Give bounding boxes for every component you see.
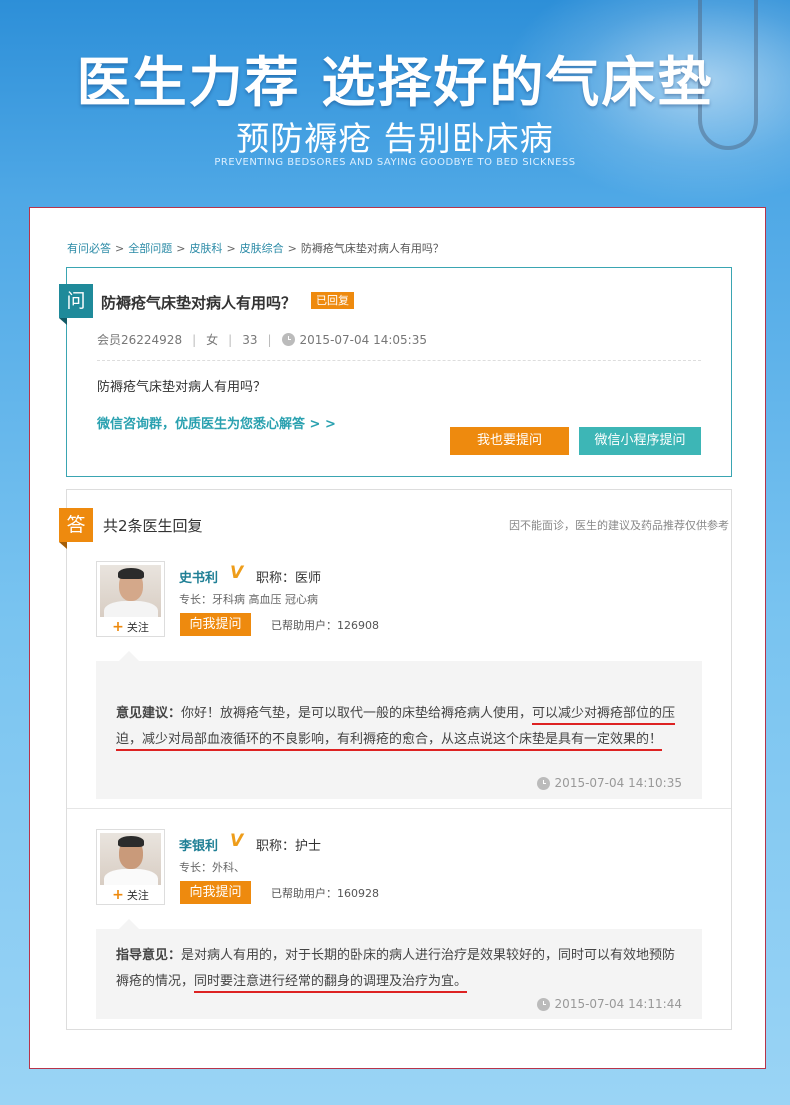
avatar: + 关注: [96, 829, 165, 905]
divider: [67, 808, 731, 809]
reply-highlight: 同时要注意进行经常的翻身的调理及治疗为宜。: [194, 974, 468, 993]
plus-icon: +: [112, 619, 124, 635]
banner-subtitle: 预防褥疮 告别卧床病: [236, 119, 554, 158]
doctor-photo: [100, 565, 161, 617]
answers-title: 共2条医生回复: [103, 517, 203, 535]
question-meta: 会员26224928 | 女 | 33 | 2015-07-04 14:05:3…: [97, 332, 427, 348]
doctor-specialty: 专长：外科、: [179, 861, 245, 874]
doctor-photo: [100, 833, 161, 885]
reply-timestamp: 2015-07-04 14:10:35: [554, 776, 682, 790]
plus-icon: +: [112, 887, 124, 903]
ask-me-button[interactable]: 向我提问: [180, 881, 251, 904]
wechat-group-link[interactable]: 微信咨询群，优质医生为您悉心解答 > >: [97, 413, 336, 432]
follow-label: 关注: [126, 621, 149, 634]
member-id: 会员26224928: [97, 333, 183, 347]
reply-label: 指导意见：: [116, 948, 182, 963]
status-badge: 已回复: [311, 292, 354, 309]
reply-time: 2015-07-04 14:11:44: [536, 997, 682, 1011]
doctor-title: 职称：护士: [256, 839, 322, 854]
follow-button[interactable]: + 关注: [97, 887, 164, 904]
reply-box: 指导意见：是对病人有用的，对于长期的卧床的病人进行治疗是效果较好的，同时可以有效…: [96, 919, 702, 1019]
banner-title: 医生力荐 选择好的气床垫: [76, 51, 714, 114]
breadcrumb-item[interactable]: 皮肤综合: [240, 242, 284, 255]
clock-icon: [536, 776, 550, 790]
reply-box: 意见建议：你好！放褥疮气垫，是可以取代一般的床垫给褥疮病人使用，可以减少对褥疮部…: [96, 651, 702, 799]
reply-text: 指导意见：是对病人有用的，对于长期的卧床的病人进行治疗是效果较好的，同时可以有效…: [116, 943, 682, 995]
reply-content: 你好！放褥疮气垫，是可以取代一般的床垫给褥疮病人使用，: [181, 706, 533, 721]
ask-question-button[interactable]: 我也要提问: [450, 427, 569, 455]
avatar: + 关注: [96, 561, 165, 637]
reply-time: 2015-07-04 14:10:35: [536, 776, 682, 790]
miniprogram-ask-button[interactable]: 微信小程序提问: [579, 427, 701, 455]
age: 33: [242, 332, 258, 347]
gender: 女: [206, 333, 219, 347]
clock-icon: [536, 997, 550, 1011]
doctor-name[interactable]: 史书利: [179, 567, 218, 586]
breadcrumb-current: 防褥疮气床垫对病人有用吗？: [300, 242, 444, 255]
content-card: 有问必答 > 全部问题 > 皮肤科 > 皮肤综合 > 防褥疮气床垫对病人有用吗？ 问 防褥疮气床…: [29, 207, 766, 1069]
breadcrumb-item[interactable]: 全部问题: [128, 242, 172, 255]
doctor-profile: + 关注 史书利 V 职称：医师 专长：牙科病 高血压 冠心病 向我提问 已帮助用…: [96, 561, 706, 641]
breadcrumb: 有问必答 > 全部问题 > 皮肤科 > 皮肤综合 > 防褥疮气床垫对病人有用吗？: [67, 242, 444, 255]
doctor-name[interactable]: 李银利: [179, 835, 218, 854]
breadcrumb-item[interactable]: 皮肤科: [189, 242, 222, 255]
ask-me-button[interactable]: 向我提问: [180, 613, 251, 636]
reply-label: 意见建议：: [116, 706, 182, 721]
divider: [97, 360, 701, 361]
header-banner: 医生力荐 选择好的气床垫 预防褥疮 告别卧床病 PREVENTING BEDSO…: [0, 0, 790, 205]
helped-count: 已帮助用户：126908: [271, 619, 379, 632]
doctor-profile: + 关注 李银利 V 职称：护士 专长：外科、 向我提问 已帮助用户：160928: [96, 829, 706, 909]
answer-badge: 答: [59, 508, 93, 549]
question-badge: 问: [59, 284, 93, 325]
question-time: 2015-07-04 14:05:35: [299, 332, 427, 347]
breadcrumb-item[interactable]: 有问必答: [67, 242, 111, 255]
answers-box: 答 共2条医生回复 因不能面诊，医生的建议及药品推荐仅供参考 + 关注 史书利 V…: [59, 489, 732, 1030]
banner-english: PREVENTING BEDSORES AND SAYING GOODBYE T…: [214, 157, 576, 168]
verified-v-icon: V: [230, 831, 244, 851]
question-box: 问 防褥疮气床垫对病人有用吗？ 已回复 会员26224928 | 女 | 33 …: [59, 267, 732, 477]
follow-label: 关注: [126, 889, 149, 902]
follow-button[interactable]: + 关注: [97, 619, 164, 636]
question-body: 防褥疮气床垫对病人有用吗？: [97, 380, 267, 395]
helped-count: 已帮助用户：160928: [271, 887, 379, 900]
question-title: 防褥疮气床垫对病人有用吗？: [101, 294, 297, 312]
reply-text: 意见建议：你好！放褥疮气垫，是可以取代一般的床垫给褥疮病人使用，可以减少对褥疮部…: [116, 701, 682, 753]
reply-timestamp: 2015-07-04 14:11:44: [554, 997, 682, 1011]
doctor-title: 职称：医师: [256, 571, 322, 586]
clock-icon: [281, 333, 295, 346]
disclaimer-note: 因不能面诊，医生的建议及药品推荐仅供参考: [509, 519, 729, 532]
doctor-specialty: 专长：牙科病 高血压 冠心病: [179, 593, 318, 606]
verified-v-icon: V: [230, 563, 244, 583]
